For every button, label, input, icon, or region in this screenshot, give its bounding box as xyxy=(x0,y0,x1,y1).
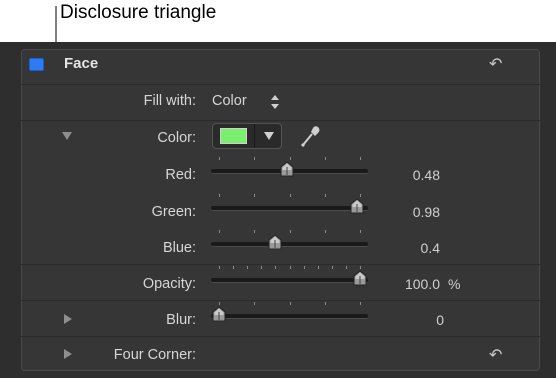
slider-tick xyxy=(289,302,291,305)
green-slider-ticks xyxy=(211,194,368,200)
red-slider[interactable] xyxy=(211,157,368,177)
red-label: Red: xyxy=(165,167,196,183)
fill-with-value: Color xyxy=(212,93,247,109)
chevron-down-icon[interactable] xyxy=(264,132,274,140)
opacity-unit: % xyxy=(448,276,461,292)
opacity-slider[interactable] xyxy=(211,266,368,286)
color-well-divider xyxy=(254,124,255,148)
green-slider-track[interactable] xyxy=(211,206,368,211)
blur-value[interactable]: 0 xyxy=(380,312,444,328)
green-label: Green: xyxy=(151,204,196,220)
slider-tick xyxy=(275,266,277,269)
four-corner-disclosure-triangle-icon[interactable] xyxy=(64,349,72,359)
blur-slider-track[interactable] xyxy=(211,314,368,319)
eyedropper-icon[interactable] xyxy=(300,124,322,148)
slider-tick xyxy=(360,302,361,305)
slider-tick xyxy=(254,230,256,233)
slider-tick xyxy=(261,266,263,269)
blur-slider[interactable] xyxy=(211,302,368,322)
slider-tick xyxy=(331,266,333,269)
slider-tick xyxy=(317,266,319,269)
slider-tick xyxy=(254,302,256,305)
green-slider-thumb[interactable] xyxy=(349,198,365,214)
slider-tick xyxy=(219,157,220,160)
four-corner-label: Four Corner: xyxy=(113,347,196,363)
slider-tick xyxy=(289,266,291,269)
color-disclosure-triangle-icon[interactable] xyxy=(62,132,72,140)
blur-slider-thumb[interactable] xyxy=(211,306,227,322)
blue-label: Blue: xyxy=(162,240,196,256)
four-corner-row xyxy=(21,336,540,372)
slider-tick xyxy=(219,230,220,233)
slider-tick xyxy=(360,194,361,197)
slider-tick xyxy=(254,157,256,160)
face-enable-checkbox[interactable] xyxy=(29,58,44,71)
opacity-label: Opacity: xyxy=(142,276,196,292)
opacity-slider-thumb[interactable] xyxy=(352,270,368,286)
opacity-slider-track[interactable] xyxy=(211,278,368,283)
color-swatch xyxy=(220,128,247,144)
slider-tick xyxy=(324,157,326,160)
slider-tick xyxy=(219,194,220,197)
slider-tick xyxy=(324,302,326,305)
blur-slider-ticks xyxy=(211,302,368,308)
red-slider-thumb[interactable] xyxy=(279,161,295,177)
slider-tick xyxy=(303,266,305,269)
slider-tick xyxy=(219,302,220,305)
blur-label: Blur: xyxy=(166,312,196,328)
blue-slider-ticks xyxy=(211,230,368,236)
red-value[interactable]: 0.48 xyxy=(380,167,440,183)
four-corner-reset-icon[interactable]: ↶ xyxy=(489,345,502,364)
callout-label: Disclosure triangle xyxy=(60,2,217,23)
fill-with-label: Fill with: xyxy=(143,93,196,109)
blue-slider[interactable] xyxy=(211,230,368,250)
blur-disclosure-triangle-icon[interactable] xyxy=(64,314,72,324)
fill-with-popup[interactable]: Color xyxy=(212,91,287,113)
color-well[interactable] xyxy=(212,123,282,149)
slider-tick xyxy=(289,230,291,233)
updown-arrows-icon xyxy=(271,95,279,109)
slider-tick xyxy=(360,157,361,160)
slider-tick xyxy=(247,266,249,269)
slider-tick xyxy=(254,194,256,197)
blue-value[interactable]: 0.4 xyxy=(380,240,440,256)
blue-slider-thumb[interactable] xyxy=(267,234,283,250)
slider-tick xyxy=(360,266,361,269)
slider-tick xyxy=(324,230,326,233)
slider-tick xyxy=(360,230,361,233)
slider-tick xyxy=(324,194,326,197)
opacity-value[interactable]: 100.0 xyxy=(380,276,440,292)
color-label: Color: xyxy=(157,130,196,146)
slider-tick xyxy=(345,266,347,269)
green-value[interactable]: 0.98 xyxy=(380,204,440,220)
slider-tick xyxy=(233,266,235,269)
opacity-slider-ticks xyxy=(211,266,368,272)
slider-tick xyxy=(289,157,291,160)
face-reset-icon[interactable]: ↶ xyxy=(489,54,502,73)
green-slider[interactable] xyxy=(211,194,368,214)
blue-slider-track[interactable] xyxy=(211,242,368,247)
face-section-title: Face xyxy=(64,55,99,72)
slider-tick xyxy=(219,266,220,269)
slider-tick xyxy=(289,194,291,197)
